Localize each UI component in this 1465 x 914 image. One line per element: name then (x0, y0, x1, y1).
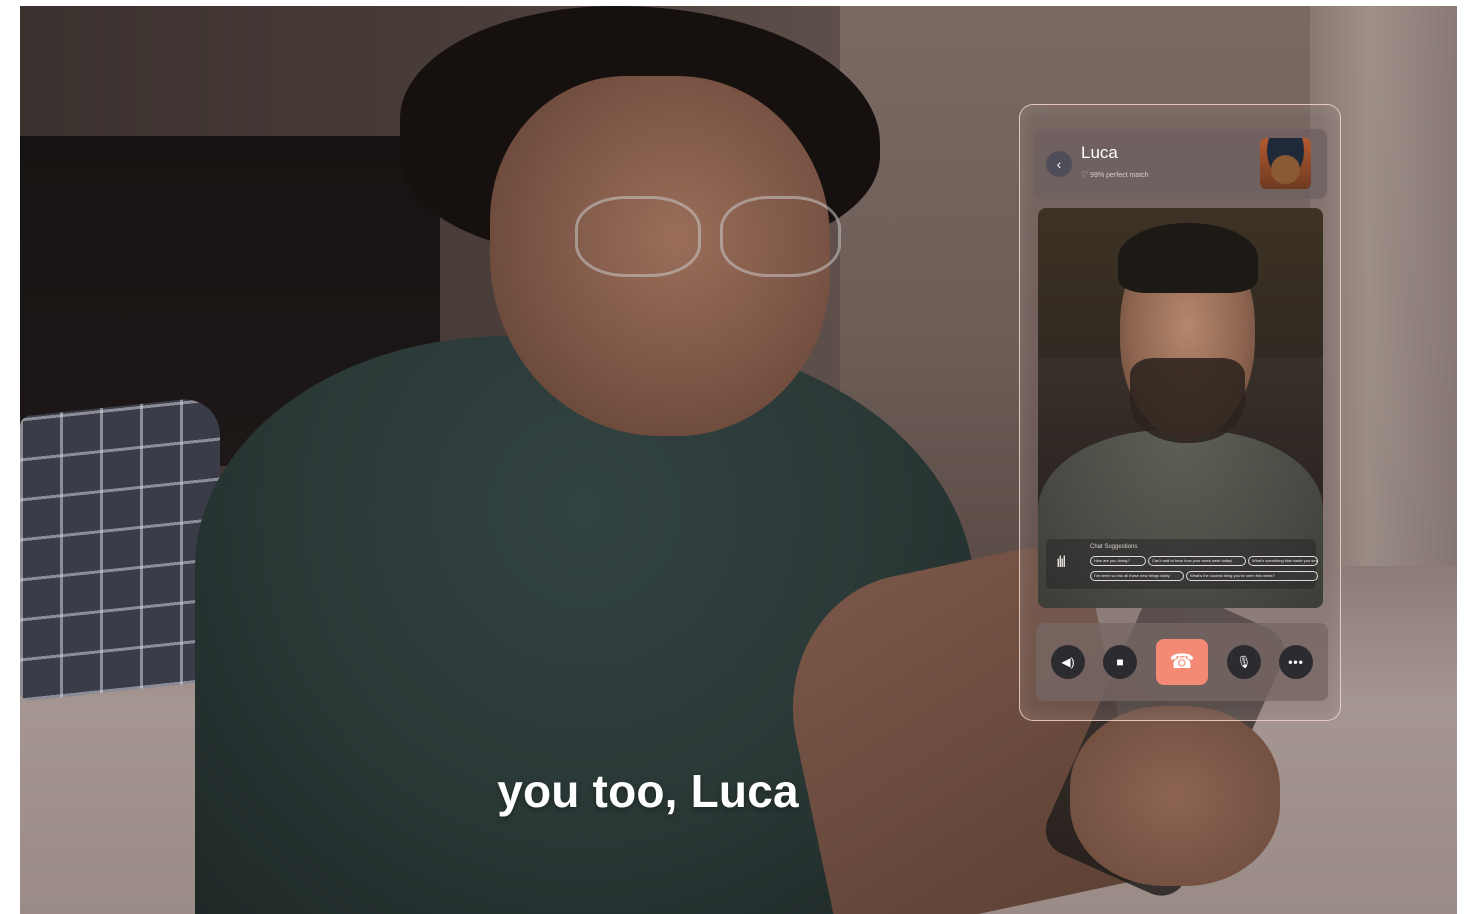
suggestion-chip[interactable]: How are you doing? (1090, 556, 1146, 566)
end-call-button[interactable]: ☎ (1156, 639, 1208, 685)
chat-suggestions-title: Chat Suggestions (1090, 544, 1138, 550)
back-button[interactable]: ‹ (1046, 151, 1072, 177)
suggestion-chip[interactable]: What's something that made you smile? (1248, 556, 1318, 566)
suggestion-chip[interactable]: Can't wait to hear how your week went to… (1148, 556, 1246, 566)
chevron-left-icon: ‹ (1056, 156, 1062, 172)
subtitle-caption: you too, Luca (497, 765, 799, 817)
chat-suggestions: ılıl Chat Suggestions How are you doing?… (1046, 539, 1318, 589)
more-icon: ••• (1288, 655, 1304, 669)
call-header: ‹ Luca ♡ 99% perfect match (1034, 129, 1327, 199)
speaker-button[interactable]: ◀) (1051, 645, 1085, 679)
camera-button[interactable]: ■ (1103, 645, 1137, 679)
contact-name: Luca (1081, 143, 1118, 162)
end-call-icon: ☎ (1169, 651, 1195, 673)
mic-icon: 🎙 (1236, 655, 1252, 669)
mic-button[interactable]: 🎙 (1227, 645, 1261, 679)
suggestion-chip[interactable]: I've been so into all these new things l… (1090, 571, 1184, 581)
more-button[interactable]: ••• (1279, 645, 1313, 679)
speaker-icon: ◀) (1061, 655, 1075, 669)
video-person-beard (1130, 358, 1245, 443)
video-person-hair (1118, 223, 1258, 293)
heart-icon: ♡ (1081, 170, 1089, 179)
glasses-right-lens (720, 196, 841, 277)
match-score: ♡ 99% perfect match (1081, 170, 1149, 179)
video-call-panel: ‹ Luca ♡ 99% perfect match ılıl Chat Sugg… (1019, 104, 1341, 721)
match-text: 99% perfect match (1090, 172, 1149, 179)
pillow (20, 395, 220, 702)
glasses-left-lens (575, 196, 701, 277)
audio-wave-icon: ılıl (1056, 554, 1066, 571)
avatar[interactable] (1260, 138, 1311, 189)
suggestion-chip[interactable]: What's the coolest thing you've seen thi… (1186, 571, 1318, 581)
call-controls: ◀) ■ ☎ 🎙 ••• (1036, 623, 1328, 701)
camera-icon: ■ (1116, 655, 1124, 669)
